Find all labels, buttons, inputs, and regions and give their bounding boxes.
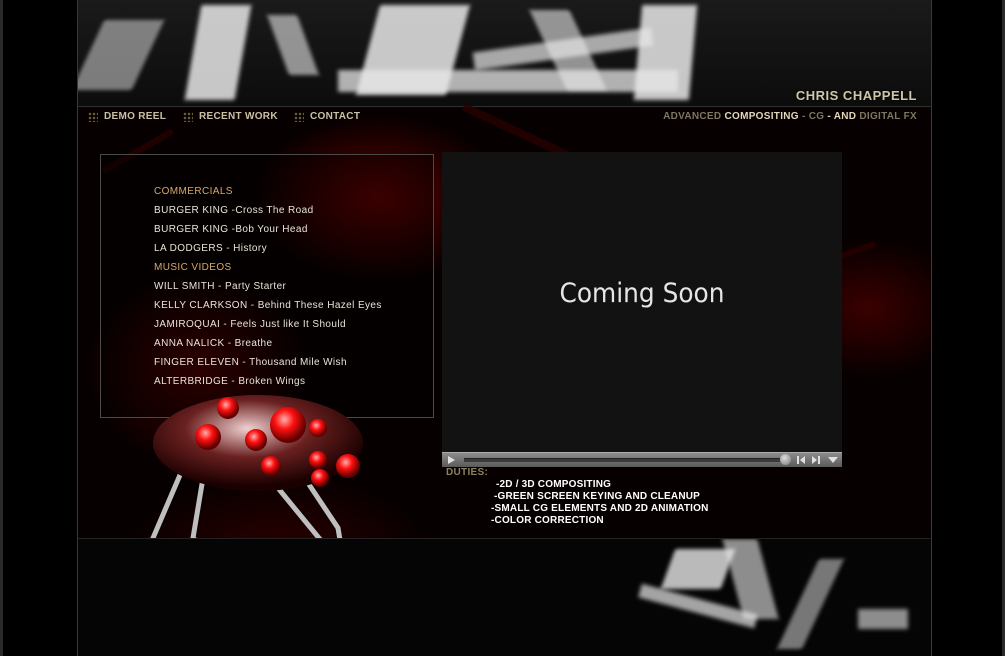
work-list-item[interactable]: WILL SMITH - Party Starter — [154, 280, 382, 299]
duty-item: -2D / 3D COMPOSITING — [496, 479, 612, 490]
work-list-item[interactable]: BURGER KING -Bob Your Head — [154, 223, 382, 242]
header-banner-image: CHRIS CHAPPELL — [78, 0, 931, 107]
work-list-item[interactable]: JAMIROQUAI - Feels Just like It Should — [154, 318, 382, 337]
play-icon[interactable] — [444, 453, 458, 467]
duties-list: -2D / 3D COMPOSITING -GREEN SCREEN KEYING… — [488, 479, 709, 527]
footer-banner-image — [78, 538, 931, 656]
tagline-part: COMPOSITING — [724, 111, 799, 122]
work-list-item[interactable]: FINGER ELEVEN - Thousand Mile Wish — [154, 356, 382, 375]
tagline-part: - AND — [824, 111, 860, 122]
rewind-icon[interactable] — [794, 453, 808, 467]
work-list-item[interactable]: BURGER KING -Cross The Road — [154, 204, 382, 223]
video-controls-bar — [442, 452, 842, 467]
tagline-part: CG — [808, 111, 825, 122]
tagline-part: DIGITAL FX — [859, 111, 917, 122]
work-list-item[interactable]: KELLY CLARKSON - Behind These Hazel Eyes — [154, 299, 382, 318]
work-list-item[interactable]: ANNA NALICK - Breathe — [154, 337, 382, 356]
fast-forward-icon[interactable] — [809, 453, 823, 467]
duty-item: -SMALL CG ELEMENTS AND 2D ANIMATION — [491, 503, 709, 514]
work-category-heading: MUSIC VIDEOS — [154, 262, 232, 273]
tagline: ADVANCED COMPOSITING - CG - AND DIGITAL … — [663, 111, 917, 122]
work-list-panel: COMMERCIALS BURGER KING -Cross The Road BU… — [100, 154, 434, 418]
menu-dropdown-icon[interactable] — [826, 453, 840, 467]
nav-contact[interactable]: CONTACT — [294, 111, 360, 122]
work-list-item[interactable]: LA DODGERS - History — [154, 242, 382, 261]
tagline-part: - — [798, 111, 809, 122]
site-frame: CHRIS CHAPPELL DEMO REEL RECENT WORK CON… — [77, 0, 932, 656]
coming-soon-message: Coming Soon — [559, 278, 725, 309]
nav-demo-reel[interactable]: DEMO REEL — [88, 111, 166, 122]
window-edge-left — [0, 0, 3, 656]
nav-bullet-icon — [183, 111, 193, 122]
nav-label: RECENT WORK — [199, 111, 278, 122]
work-category-heading: COMMERCIALS — [154, 186, 233, 197]
video-seek-track[interactable] — [464, 458, 784, 462]
video-player-screen[interactable]: Coming Soon — [442, 152, 842, 452]
nav-label: CONTACT — [310, 111, 361, 122]
nav-bullet-icon — [294, 111, 304, 122]
video-seek-knob[interactable] — [780, 454, 791, 465]
nav-bullet-icon — [88, 111, 98, 122]
duties-label: DUTIES: — [446, 467, 489, 478]
nav-label: DEMO REEL — [104, 111, 167, 122]
duty-item: -GREEN SCREEN KEYING AND CLEANUP — [494, 491, 701, 502]
duty-item: -COLOR CORRECTION — [491, 515, 604, 526]
nav-recent-work[interactable]: RECENT WORK — [183, 111, 278, 122]
brand-name: CHRIS CHAPPELL — [795, 88, 917, 103]
tagline-part: ADVANCED — [663, 111, 725, 122]
work-list: COMMERCIALS BURGER KING -Cross The Road BU… — [154, 185, 382, 394]
